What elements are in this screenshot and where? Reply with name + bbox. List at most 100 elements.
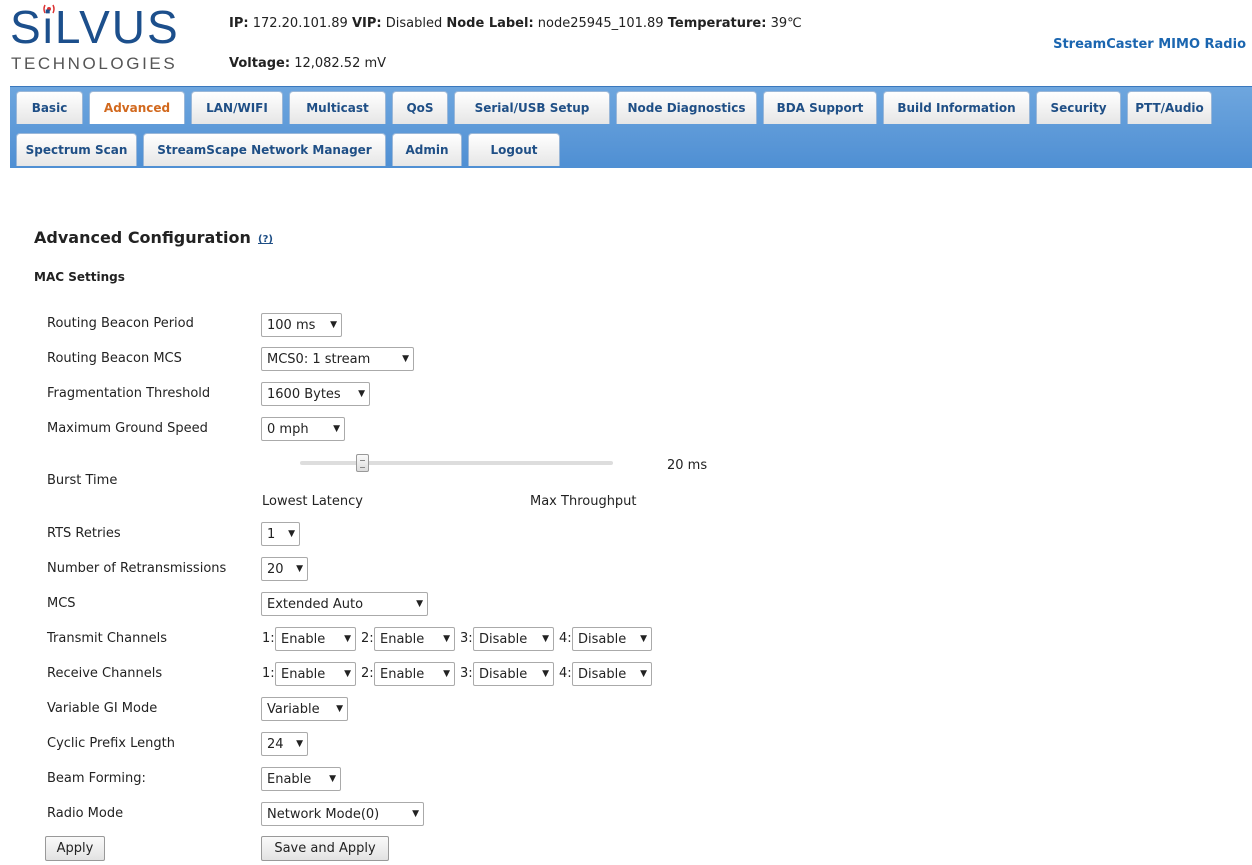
tab-ptt-audio[interactable]: PTT/Audio (1127, 91, 1212, 124)
ip-label: IP: (229, 16, 249, 31)
tx-channel-4-select[interactable]: Disable ▼ (572, 627, 652, 651)
rts-retries-label: RTS Retries (47, 526, 121, 541)
dropdown-arrow-icon: ▼ (344, 634, 351, 644)
status-line-voltage: Voltage: 12,082.52 mV (229, 56, 386, 71)
cyclic-prefix-length-select[interactable]: 24 ▼ (261, 732, 308, 756)
beam-forming-value: Enable (267, 771, 312, 787)
receive-channels-label: Receive Channels (47, 666, 163, 681)
rx-channel-3-select[interactable]: Disable ▼ (473, 662, 554, 686)
voltage-label: Voltage: (229, 56, 291, 71)
max-ground-speed-value: 0 mph (267, 421, 309, 437)
vip-value: Disabled (385, 16, 443, 31)
dropdown-arrow-icon: ▼ (402, 354, 409, 364)
mcs-select[interactable]: Extended Auto ▼ (261, 592, 428, 616)
routing-beacon-mcs-label: Routing Beacon MCS (47, 351, 182, 366)
beam-forming-label: Beam Forming: (47, 771, 146, 786)
tab-multicast[interactable]: Multicast (289, 91, 386, 124)
product-name: StreamCaster MIMO Radio (1053, 37, 1246, 52)
fragmentation-threshold-label: Fragmentation Threshold (47, 386, 211, 401)
cyclic-prefix-length-value: 24 (267, 736, 284, 752)
radio-mode-select[interactable]: Network Mode(0) ▼ (261, 802, 424, 826)
tab-qos[interactable]: QoS (392, 91, 448, 124)
dropdown-arrow-icon: ▼ (344, 669, 351, 679)
help-link[interactable]: (?) (258, 234, 273, 245)
tab-bar: Basic Advanced LAN/WIFI Multicast QoS Se… (10, 86, 1252, 168)
num-retransmissions-label: Number of Retransmissions (47, 561, 227, 576)
variable-gi-mode-label: Variable GI Mode (47, 701, 158, 716)
tx-channel-4-value: Disable (578, 631, 627, 647)
dropdown-arrow-icon: ▼ (640, 669, 647, 679)
temperature-label: Temperature: (667, 16, 767, 31)
tab-basic[interactable]: Basic (16, 91, 83, 124)
max-ground-speed-label: Maximum Ground Speed (47, 421, 208, 436)
rx-channel-2-value: Enable (380, 666, 425, 682)
radio-mode-label: Radio Mode (47, 806, 124, 821)
tab-build-information[interactable]: Build Information (883, 91, 1030, 124)
routing-beacon-mcs-select[interactable]: MCS0: 1 stream ▼ (261, 347, 414, 371)
section-title-mac-settings: MAC Settings (34, 270, 125, 284)
dropdown-arrow-icon: ▼ (443, 634, 450, 644)
tx-channel-4-label: 4: (559, 631, 572, 646)
tx-channel-1-select[interactable]: Enable ▼ (275, 627, 356, 651)
dropdown-arrow-icon: ▼ (542, 669, 549, 679)
logo-wordmark: SiLVUS (10, 1, 180, 53)
rx-channel-3-value: Disable (479, 666, 528, 682)
ip-value: 172.20.101.89 (252, 16, 348, 31)
rx-channel-4-select[interactable]: Disable ▼ (572, 662, 652, 686)
tab-security[interactable]: Security (1036, 91, 1121, 124)
tx-channel-3-select[interactable]: Disable ▼ (473, 627, 554, 651)
vip-label: VIP: (351, 16, 382, 31)
dropdown-arrow-icon: ▼ (412, 809, 419, 819)
dropdown-arrow-icon: ▼ (296, 739, 303, 749)
tab-advanced[interactable]: Advanced (89, 91, 185, 124)
dropdown-arrow-icon: ▼ (640, 634, 647, 644)
routing-beacon-period-select[interactable]: 100 ms ▼ (261, 313, 342, 337)
tab-admin[interactable]: Admin (392, 133, 462, 166)
fragmentation-threshold-select[interactable]: 1600 Bytes ▼ (261, 382, 370, 406)
dropdown-arrow-icon: ▼ (296, 564, 303, 574)
tab-streamscape-network-manager[interactable]: StreamScape Network Manager (143, 133, 386, 166)
dropdown-arrow-icon: ▼ (329, 774, 336, 784)
num-retransmissions-select[interactable]: 20 ▼ (261, 557, 308, 581)
logo-subtitle: TECHNOLOGIES (11, 54, 178, 73)
mcs-label: MCS (47, 596, 76, 611)
tab-bda-support[interactable]: BDA Support (763, 91, 877, 124)
variable-gi-mode-select[interactable]: Variable ▼ (261, 697, 348, 721)
mcs-value: Extended Auto (267, 596, 364, 612)
max-ground-speed-select[interactable]: 0 mph ▼ (261, 417, 345, 441)
tx-channel-1-label: 1: (262, 631, 275, 646)
rx-channel-1-label: 1: (262, 666, 275, 681)
routing-beacon-period-value: 100 ms (267, 317, 316, 333)
tx-channel-2-select[interactable]: Enable ▼ (374, 627, 455, 651)
burst-time-slider-handle[interactable] (356, 454, 369, 472)
status-line-network: IP: 172.20.101.89 VIP: Disabled Node Lab… (229, 16, 802, 31)
page-title: Advanced Configuration (34, 228, 251, 247)
cyclic-prefix-length-label: Cyclic Prefix Length (47, 736, 175, 751)
burst-time-slider-track[interactable] (300, 461, 613, 465)
burst-time-label: Burst Time (47, 473, 118, 488)
burst-time-min-label: Lowest Latency (262, 494, 363, 509)
header: SiLVUS TECHNOLOGIES IP: 172.20.101.89 VI… (0, 0, 1252, 82)
temperature-value: 39℃ (770, 16, 802, 31)
save-and-apply-button[interactable]: Save and Apply (261, 836, 389, 861)
tab-serial-usb-setup[interactable]: Serial/USB Setup (454, 91, 610, 124)
rx-channel-2-label: 2: (361, 666, 374, 681)
rx-channel-4-label: 4: (559, 666, 572, 681)
dropdown-arrow-icon: ▼ (333, 424, 340, 434)
rx-channel-1-select[interactable]: Enable ▼ (275, 662, 356, 686)
tab-node-diagnostics[interactable]: Node Diagnostics (616, 91, 757, 124)
dropdown-arrow-icon: ▼ (336, 704, 343, 714)
tx-channel-1-value: Enable (281, 631, 326, 647)
rx-channel-1-value: Enable (281, 666, 326, 682)
radio-mode-value: Network Mode(0) (267, 806, 380, 822)
tx-channel-2-label: 2: (361, 631, 374, 646)
rx-channel-2-select[interactable]: Enable ▼ (374, 662, 455, 686)
beam-forming-select[interactable]: Enable ▼ (261, 767, 341, 791)
tab-lan-wifi[interactable]: LAN/WIFI (191, 91, 283, 124)
tab-logout[interactable]: Logout (468, 133, 560, 166)
apply-button[interactable]: Apply (45, 836, 105, 861)
rts-retries-select[interactable]: 1 ▼ (261, 522, 300, 546)
fragmentation-threshold-value: 1600 Bytes (267, 386, 341, 402)
tab-spectrum-scan[interactable]: Spectrum Scan (16, 133, 137, 166)
tx-channel-3-label: 3: (460, 631, 473, 646)
